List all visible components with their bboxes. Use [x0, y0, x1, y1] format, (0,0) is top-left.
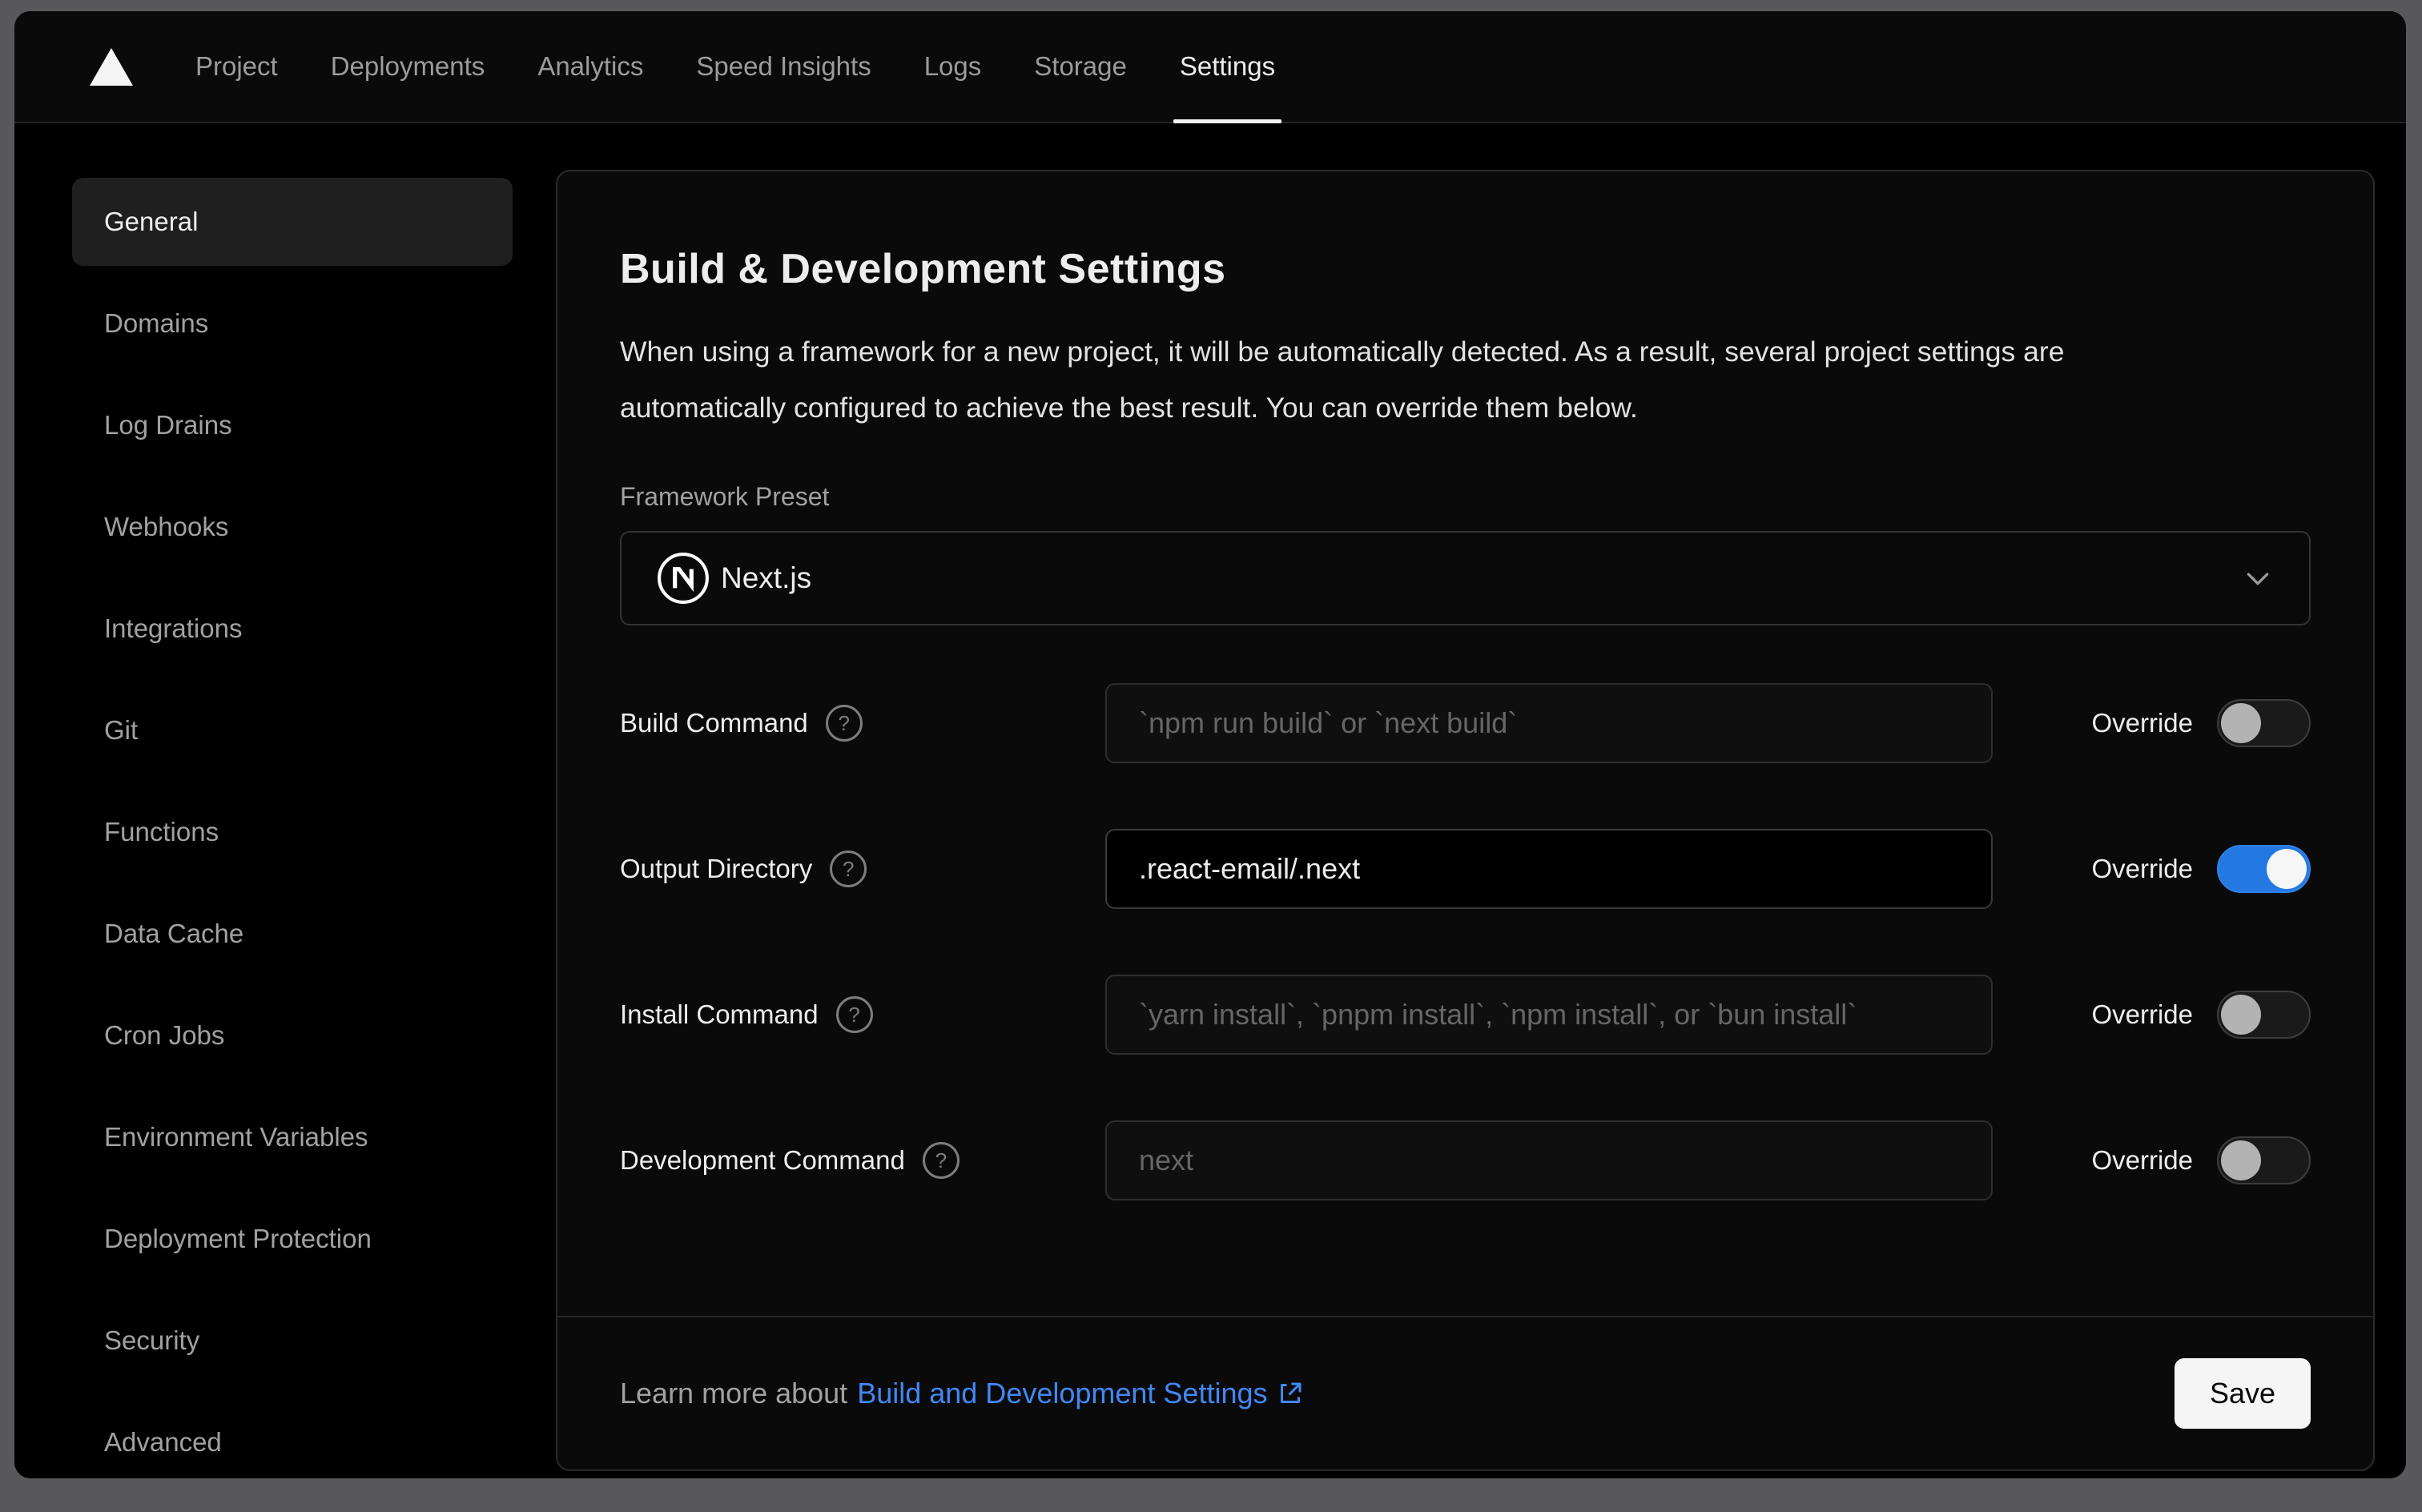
override-label: Override: [2091, 854, 2193, 883]
install-command-input[interactable]: [1105, 975, 1993, 1055]
tab-project[interactable]: Project: [195, 11, 278, 122]
help-icon[interactable]: ?: [922, 1142, 960, 1179]
development-command-label: Development Command: [620, 1145, 905, 1175]
build-command-override-toggle[interactable]: [2217, 699, 2311, 747]
sidebar-item-security[interactable]: Security: [72, 1297, 513, 1385]
sidebar-item-deployment-protection[interactable]: Deployment Protection: [72, 1195, 513, 1283]
build-command-label: Build Command: [620, 708, 808, 738]
development-command-override-toggle[interactable]: [2217, 1136, 2311, 1184]
framework-preset-label: Framework Preset: [620, 482, 830, 511]
sidebar-item-functions[interactable]: Functions: [72, 788, 513, 876]
card-description: When using a framework for a new project…: [620, 336, 2065, 424]
toggle-knob: [2267, 849, 2307, 889]
sidebar-item-log-drains[interactable]: Log Drains: [72, 381, 513, 469]
card-footer: Learn more about Build and Development S…: [557, 1316, 2373, 1470]
framework-preset-select[interactable]: Next.js: [620, 531, 2311, 625]
nextjs-logo-icon: [658, 553, 709, 604]
install-command-override-toggle[interactable]: [2217, 991, 2311, 1039]
install-command-row: Install Command ? Override: [620, 975, 2311, 1055]
main-content: Build & Development Settings When using …: [556, 123, 2406, 1478]
override-label: Override: [2091, 708, 2193, 738]
sidebar-item-git[interactable]: Git: [72, 686, 513, 774]
output-directory-row: Output Directory ? Override: [620, 829, 2311, 909]
tab-analytics[interactable]: Analytics: [537, 11, 643, 122]
development-command-row: Development Command ? Override: [620, 1120, 2311, 1200]
vercel-logo[interactable]: [90, 11, 133, 122]
sidebar-item-cron-jobs[interactable]: Cron Jobs: [72, 991, 513, 1080]
chevron-down-icon: [2247, 573, 2269, 585]
tab-settings[interactable]: Settings: [1173, 11, 1282, 123]
build-settings-card: Build & Development Settings When using …: [556, 170, 2375, 1471]
toggle-knob: [2221, 1140, 2261, 1180]
sidebar-item-general[interactable]: General: [72, 178, 513, 266]
build-settings-docs-link[interactable]: Build and Development Settings: [857, 1377, 1304, 1410]
help-icon[interactable]: ?: [835, 996, 873, 1033]
sidebar-item-integrations[interactable]: Integrations: [72, 585, 513, 673]
settings-sidebar: General Domains Log Drains Webhooks Inte…: [14, 123, 556, 1478]
sidebar-item-environment-variables[interactable]: Environment Variables: [72, 1093, 513, 1181]
toggle-knob: [2221, 995, 2261, 1035]
development-command-input[interactable]: [1105, 1120, 1993, 1200]
sidebar-item-domains[interactable]: Domains: [72, 279, 513, 368]
install-command-label: Install Command: [620, 999, 819, 1029]
sidebar-item-webhooks[interactable]: Webhooks: [72, 483, 513, 571]
build-command-input[interactable]: [1105, 683, 1993, 763]
override-label: Override: [2091, 1145, 2193, 1175]
build-command-row: Build Command ? Override: [620, 683, 2311, 763]
sidebar-item-advanced[interactable]: Advanced: [72, 1398, 513, 1478]
override-label: Override: [2091, 999, 2193, 1029]
help-icon[interactable]: ?: [825, 705, 863, 742]
output-directory-override-toggle[interactable]: [2217, 845, 2311, 893]
tab-logs[interactable]: Logs: [924, 11, 982, 122]
output-directory-input[interactable]: [1105, 829, 1993, 909]
save-button[interactable]: Save: [2175, 1358, 2311, 1429]
settings-rows: Build Command ? Override Output D: [620, 683, 2311, 1200]
framework-preset-value: Next.js: [721, 561, 812, 594]
app-window: Project Deployments Analytics Speed Insi…: [14, 11, 2406, 1478]
external-link-icon: [1280, 1382, 1302, 1403]
tab-speed-insights[interactable]: Speed Insights: [696, 11, 871, 122]
tab-deployments[interactable]: Deployments: [331, 11, 485, 122]
sidebar-item-data-cache[interactable]: Data Cache: [72, 890, 513, 978]
tab-storage[interactable]: Storage: [1034, 11, 1127, 122]
toggle-knob: [2221, 703, 2261, 743]
help-icon[interactable]: ?: [830, 850, 867, 887]
nav-tabs: Project Deployments Analytics Speed Insi…: [195, 11, 1282, 123]
learn-more-text: Learn more about: [620, 1377, 848, 1409]
output-directory-label: Output Directory: [620, 854, 813, 883]
card-title: Build & Development Settings: [620, 246, 1226, 292]
top-nav: Project Deployments Analytics Speed Insi…: [14, 11, 2406, 123]
vercel-triangle-icon: [90, 47, 133, 86]
